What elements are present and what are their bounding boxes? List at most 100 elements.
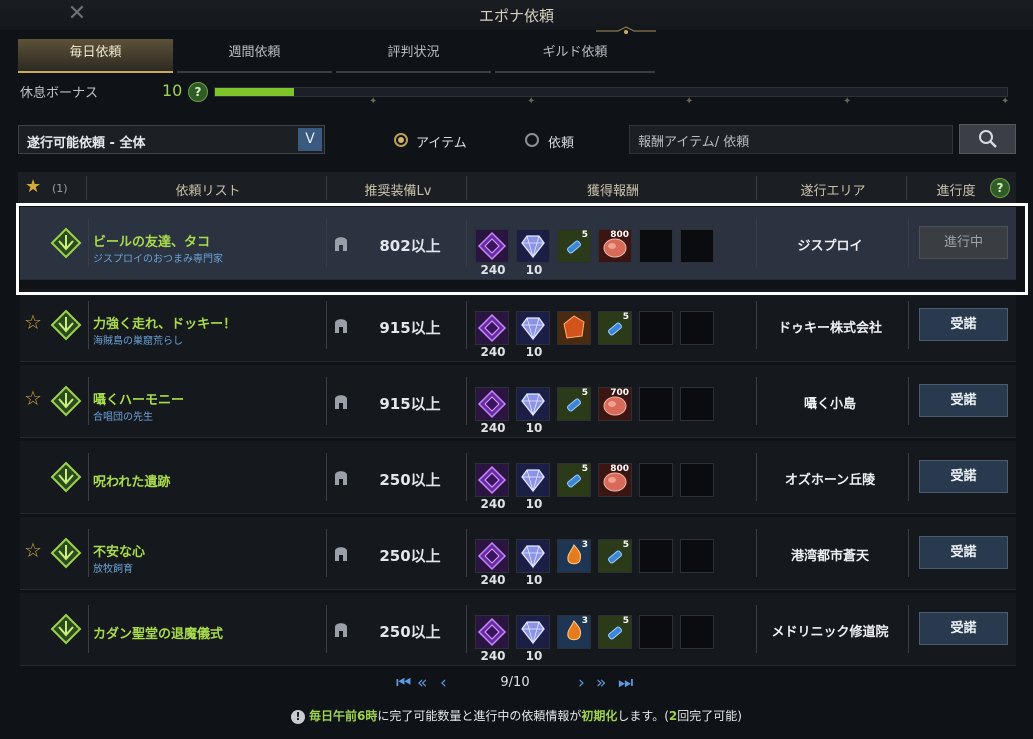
selected-row-highlight xyxy=(16,203,1028,295)
reward-empty-slot xyxy=(680,463,714,497)
bar-tick-icon: ✦ xyxy=(369,96,378,107)
quest-area: メドリニック修道院 xyxy=(771,625,889,640)
favorite-star-icon[interactable]: ☆ xyxy=(24,539,46,561)
recommended-level: 915以上 xyxy=(379,395,441,413)
favorite-star-icon[interactable]: ★ xyxy=(25,176,41,197)
rest-bonus-bar xyxy=(214,87,1008,97)
pager-last-button[interactable]: ⏭ xyxy=(618,673,633,693)
reward-blue-potion-icon[interactable]: 5 xyxy=(598,311,632,345)
reward-empty-slot xyxy=(680,387,714,421)
pager-next-button[interactable]: › xyxy=(578,673,585,693)
header-area: 遂行エリア xyxy=(800,184,866,199)
helmet-icon xyxy=(333,619,349,639)
pager-prev-many-button[interactable]: « xyxy=(417,673,427,693)
table-row[interactable]: 呪われた遺跡 250以上 240 10 5 800 オズホーン丘陵 受諾 xyxy=(20,441,1016,514)
tab-weekly[interactable]: 週間依頼 xyxy=(177,39,332,73)
bar-tick-icon: ✦ xyxy=(685,96,694,107)
reward-blue-crystal-icon[interactable]: 10 xyxy=(516,387,550,435)
quest-filter-select[interactable]: 遂行可能依頼 - 全体 V xyxy=(18,125,325,154)
accept-button[interactable]: 受諾 xyxy=(919,536,1008,569)
pager-first-button[interactable]: ⏮ xyxy=(396,673,411,693)
tab-reputation[interactable]: 評判状況 xyxy=(336,39,491,73)
pager-next-many-button[interactable]: » xyxy=(596,673,606,693)
reward-blue-potion-icon[interactable]: 5 xyxy=(598,615,632,649)
reward-purple-gem-icon[interactable]: 240 xyxy=(475,387,509,435)
table-row[interactable]: ☆ 不安な心 放牧飼育 250以上 240 10 3 5 港湾都市蒼天 受諾 xyxy=(20,517,1016,590)
helmet-icon xyxy=(333,391,349,411)
reward-amount: 240 xyxy=(480,573,506,587)
quest-area: ドゥキー株式会社 xyxy=(777,321,882,336)
reward-count: 3 xyxy=(581,616,588,626)
accept-button[interactable]: 受諾 xyxy=(919,460,1008,493)
table-row[interactable]: ☆ 力強く走れ、ドッキー！ 海賊島の巣窟荒らし 915以上 240 10 5 ドゥキー株式会社… xyxy=(20,289,1016,362)
title-ornament-icon xyxy=(596,26,656,34)
notice-text-2: します。( xyxy=(617,709,669,723)
reward-purple-gem-icon[interactable]: 240 xyxy=(475,463,509,511)
reward-empty-slot xyxy=(639,539,673,573)
reward-empty-slot xyxy=(639,311,673,345)
quest-emblem-icon xyxy=(50,309,82,341)
reward-blue-potion-icon[interactable]: 5 xyxy=(557,463,591,497)
favorite-star-icon[interactable]: ☆ xyxy=(24,387,46,409)
pager-prev-button[interactable]: ‹ xyxy=(440,673,447,693)
reward-count: 5 xyxy=(622,616,629,626)
reward-red-crystal-icon[interactable] xyxy=(557,311,591,345)
reward-blue-potion-icon[interactable]: 5 xyxy=(557,387,591,421)
radio-item[interactable] xyxy=(394,133,408,147)
reward-empty-slot xyxy=(680,311,714,345)
header-progress: 進行度 xyxy=(936,184,976,199)
tab-bar: 毎日依頼 週間依頼 評判状況 ギルド依頼 xyxy=(18,39,658,73)
notice-reset: 初期化 xyxy=(581,709,618,723)
rest-bonus-help-icon[interactable]: ? xyxy=(188,82,208,102)
header-level: 推奨装備Lv xyxy=(364,184,432,199)
search-button[interactable] xyxy=(959,124,1016,154)
reward-amount: 10 xyxy=(525,345,543,359)
tab-daily[interactable]: 毎日依頼 xyxy=(18,39,173,73)
accept-button[interactable]: 受諾 xyxy=(919,384,1008,417)
reward-blue-crystal-icon[interactable]: 10 xyxy=(516,311,550,359)
reward-blue-crystal-icon[interactable]: 10 xyxy=(516,539,550,587)
quest-giver: 合唱団の先生 xyxy=(93,412,153,423)
rest-bonus-label: 休息ボーナス xyxy=(20,86,99,101)
reward-amount: 240 xyxy=(480,649,506,663)
table-row[interactable]: ☆ 囁くハーモニー 合唱団の先生 915以上 240 10 5 700 囁く小島 受諾 xyxy=(20,365,1016,438)
header-quest-list: 依頼リスト xyxy=(175,184,241,199)
quest-name: カダン聖堂の退魔儀式 xyxy=(93,627,224,642)
reset-notice: ! 毎日午前6時に完了可能数量と進行中の依頼情報が初期化します。(2回完了可能) xyxy=(0,707,1033,724)
reward-search-input[interactable]: 報酬アイテム/ 依頼 xyxy=(629,125,953,154)
notice-time: 毎日午前6時 xyxy=(309,709,378,723)
tab-guild[interactable]: ギルド依頼 xyxy=(495,39,655,73)
reward-count: 700 xyxy=(610,388,629,398)
reward-amount: 240 xyxy=(480,421,506,435)
reward-blue-potion-icon[interactable]: 5 xyxy=(598,539,632,573)
quest-area: 囁く小島 xyxy=(803,397,856,412)
radio-quest[interactable] xyxy=(525,133,539,147)
notice-text-3: 回完了可能) xyxy=(677,709,742,723)
quest-emblem-icon xyxy=(50,613,82,645)
reward-fire-stone-icon[interactable]: 3 xyxy=(557,539,591,573)
reward-meat-icon[interactable]: 700 xyxy=(598,387,632,421)
reward-empty-slot xyxy=(680,615,714,649)
reward-count: 5 xyxy=(622,540,629,550)
radio-quest-label: 依頼 xyxy=(548,136,575,151)
reward-fire-stone-icon[interactable]: 3 xyxy=(557,615,591,649)
reward-blue-crystal-icon[interactable]: 10 xyxy=(516,463,550,511)
reward-count: 800 xyxy=(610,464,629,474)
table-row[interactable]: カダン聖堂の退魔儀式 250以上 240 10 3 5 メドリニック修道院 受諾 xyxy=(20,593,1016,666)
quest-emblem-icon xyxy=(50,537,82,569)
quest-emblem-icon xyxy=(50,385,82,417)
accept-button[interactable]: 受諾 xyxy=(919,308,1008,341)
accept-button[interactable]: 受諾 xyxy=(919,612,1008,645)
reward-purple-gem-icon[interactable]: 240 xyxy=(475,539,509,587)
quest-area: オズホーン丘陵 xyxy=(784,473,876,488)
favorite-star-icon[interactable]: ☆ xyxy=(24,311,46,333)
recommended-level: 915以上 xyxy=(379,319,441,337)
reward-purple-gem-icon[interactable]: 240 xyxy=(475,615,509,663)
recommended-level: 250以上 xyxy=(379,471,441,489)
reward-blue-crystal-icon[interactable]: 10 xyxy=(516,615,550,663)
reward-meat-icon[interactable]: 800 xyxy=(598,463,632,497)
reward-purple-gem-icon[interactable]: 240 xyxy=(475,311,509,359)
reward-count: 5 xyxy=(581,388,588,398)
chevron-down-icon[interactable]: V xyxy=(298,128,322,151)
progress-help-icon[interactable]: ? xyxy=(990,178,1010,198)
